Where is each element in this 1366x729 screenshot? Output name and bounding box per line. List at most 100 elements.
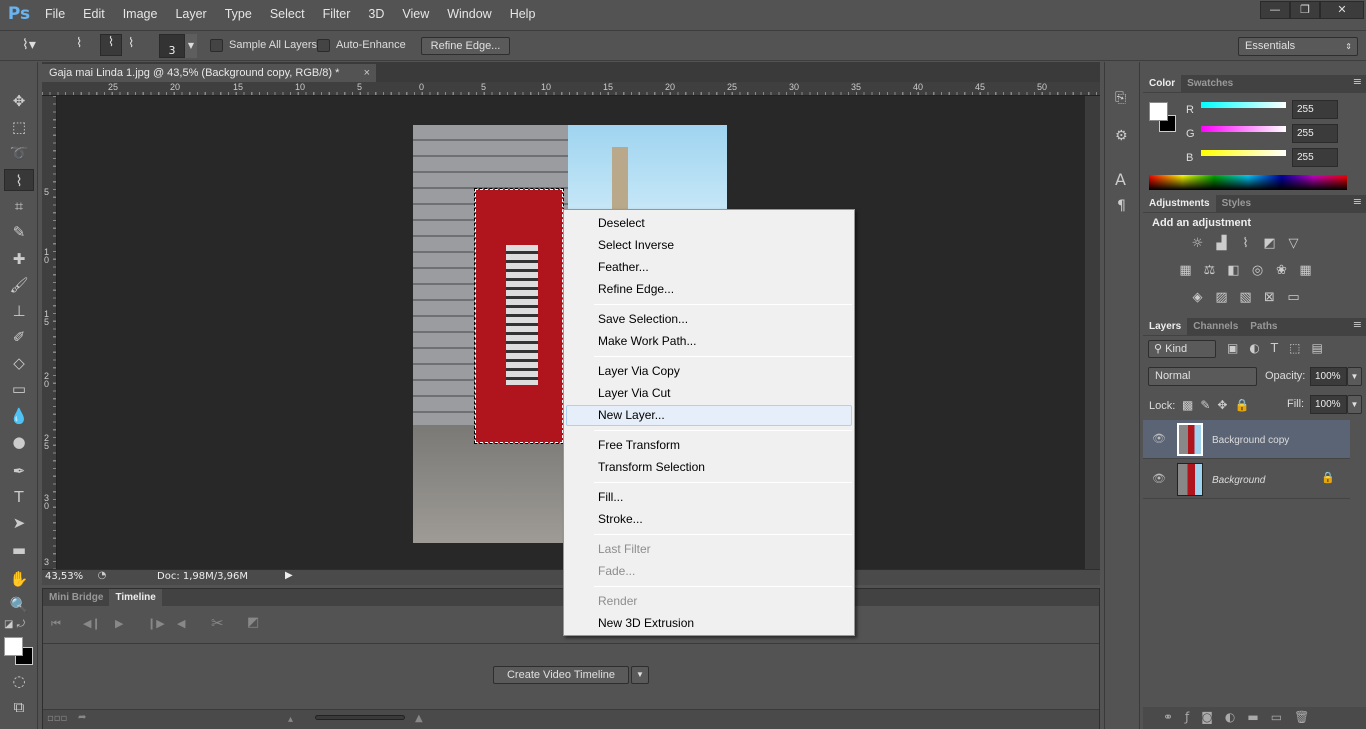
move-tool-icon[interactable]: ✥ <box>8 90 30 112</box>
panel-menu-icon[interactable]: ≡ <box>1353 318 1362 336</box>
lasso-tool-icon[interactable]: ➰ <box>8 142 30 164</box>
pen-tool-icon[interactable]: ✒ <box>8 460 30 482</box>
horizontal-ruler[interactable]: 25 20 15 10 5 0 5 10 15 20 25 30 35 40 4… <box>42 82 1100 96</box>
blend-mode-select[interactable]: Normal <box>1148 367 1257 386</box>
gradient-tool-icon[interactable]: ▭ <box>8 378 30 400</box>
layer-filter-select[interactable]: ⚲ Kind <box>1148 340 1216 358</box>
add-to-selection-icon[interactable]: ⌇ <box>100 34 122 56</box>
menu-item-transform-selection[interactable]: Transform Selection <box>566 457 852 478</box>
chevron-down-icon[interactable]: ▼ <box>1347 367 1362 386</box>
eyedropper-tool-icon[interactable]: ✎ <box>8 221 30 243</box>
hand-tool-icon[interactable]: ✋ <box>8 568 30 590</box>
timer-icon[interactable]: ◔ <box>92 570 112 584</box>
status-menu-arrow-icon[interactable]: ▶ <box>285 570 293 581</box>
vertical-scrollbar[interactable] <box>1085 96 1100 569</box>
menu-item-deselect[interactable]: Deselect <box>566 213 852 234</box>
gradient-map-icon[interactable]: ▭ <box>1285 291 1302 305</box>
visibility-eye-icon[interactable]: 👁 <box>1152 432 1166 445</box>
menu-help[interactable]: Help <box>501 7 545 21</box>
properties-icon[interactable]: ⚙ <box>1115 128 1128 144</box>
marquee-tool-icon[interactable]: ⬚ <box>8 116 30 138</box>
vibrance-icon[interactable]: ▽ <box>1285 237 1302 251</box>
zoom-level[interactable]: 43,53% <box>45 571 83 582</box>
quick-selection-preset-icon[interactable]: ⌇▾ <box>22 37 36 53</box>
vertical-ruler[interactable]: 5 1 0 1 5 2 0 2 5 3 0 3 <box>42 96 57 569</box>
minimize-button[interactable]: — <box>1260 1 1290 19</box>
visibility-eye-icon[interactable]: 👁 <box>1152 472 1166 485</box>
posterize-icon[interactable]: ▨ <box>1213 291 1230 305</box>
levels-icon[interactable]: ▟ <box>1213 237 1230 251</box>
tab-adjustments[interactable]: Adjustments <box>1143 195 1216 212</box>
menu-item-refine-edge[interactable]: Refine Edge... <box>566 279 852 300</box>
red-slider[interactable] <box>1201 102 1286 108</box>
crop-tool-icon[interactable]: ⌗ <box>8 195 30 217</box>
chevron-down-icon[interactable]: ▼ <box>185 34 197 58</box>
next-frame-icon[interactable]: ❙▶ <box>147 617 165 630</box>
blue-value-field[interactable]: 255 <box>1292 148 1338 167</box>
clone-stamp-icon[interactable]: ⊥ <box>8 300 30 322</box>
screen-mode-icon[interactable]: ⧉ <box>8 696 30 718</box>
menu-filter[interactable]: Filter <box>314 7 360 21</box>
brush-tool-icon[interactable]: 🖌 <box>8 274 30 296</box>
paragraph-icon[interactable]: ¶ <box>1117 198 1126 214</box>
layer-filter-icons[interactable]: ▣◐T⬚▤ <box>1227 341 1334 355</box>
chevron-down-icon[interactable]: ▼ <box>1347 395 1362 414</box>
panel-menu-icon[interactable]: ≡ <box>1353 75 1362 93</box>
fill-field[interactable]: 100% <box>1310 395 1347 414</box>
exposure-icon[interactable]: ◩ <box>1261 237 1278 251</box>
tab-color[interactable]: Color <box>1143 75 1182 92</box>
selective-color-icon[interactable]: ⊠ <box>1261 291 1278 305</box>
menu-item-save-selection[interactable]: Save Selection... <box>566 309 852 330</box>
tab-mini-bridge[interactable]: Mini Bridge <box>43 589 109 606</box>
layer-name[interactable]: Background <box>1212 475 1265 486</box>
first-frame-icon[interactable]: ⏮ <box>51 617 61 631</box>
audio-icon[interactable]: ◀ <box>177 617 185 630</box>
sample-all-layers-checkbox[interactable] <box>210 39 223 52</box>
auto-enhance-checkbox[interactable] <box>317 39 330 52</box>
new-selection-icon[interactable]: ⌇ <box>76 36 96 56</box>
eraser-tool-icon[interactable]: ◇ <box>8 352 30 374</box>
play-icon[interactable]: ▶ <box>115 617 123 630</box>
menu-item-layer-via-cut[interactable]: Layer Via Cut <box>566 383 852 404</box>
restore-button[interactable]: ❐ <box>1290 1 1320 19</box>
menu-item-make-work-path[interactable]: Make Work Path... <box>566 331 852 352</box>
type-tool-icon[interactable]: T <box>8 486 30 508</box>
workspace-select[interactable]: Essentials ⇕ <box>1238 37 1358 56</box>
layer-row-background[interactable]: 👁 Background 🔒 <box>1143 460 1350 499</box>
red-value-field[interactable]: 255 <box>1292 100 1338 119</box>
menu-window[interactable]: Window <box>438 7 500 21</box>
menu-type[interactable]: Type <box>216 7 261 21</box>
tab-timeline[interactable]: Timeline <box>109 589 162 606</box>
create-video-timeline-button[interactable]: Create Video Timeline <box>493 666 629 684</box>
menu-item-feather[interactable]: Feather... <box>566 257 852 278</box>
menu-item-stroke[interactable]: Stroke... <box>566 509 852 530</box>
history-icon[interactable]: ⎘ <box>1115 90 1126 106</box>
menu-image[interactable]: Image <box>114 7 167 21</box>
render-video-icon[interactable]: ➦ <box>78 712 86 723</box>
history-brush-icon[interactable]: ✐ <box>8 326 30 348</box>
close-button[interactable]: ✕ <box>1320 1 1364 19</box>
close-tab-icon[interactable]: × <box>364 64 370 82</box>
panel-menu-icon[interactable]: ≡ <box>1353 195 1362 213</box>
character-icon[interactable]: A <box>1115 170 1126 189</box>
green-slider[interactable] <box>1201 126 1286 132</box>
transition-icon[interactable]: ◩ <box>247 615 259 630</box>
zoom-in-icon[interactable]: ▲ <box>415 713 423 724</box>
foreground-color-swatch[interactable] <box>4 637 23 656</box>
color-lookup-icon[interactable]: ▦ <box>1297 264 1314 278</box>
menu-item-layer-via-copy[interactable]: Layer Via Copy <box>566 361 852 382</box>
zoom-tool-icon[interactable]: 🔍 <box>8 594 30 616</box>
menu-edit[interactable]: Edit <box>74 7 114 21</box>
tab-styles[interactable]: Styles <box>1216 195 1257 212</box>
tab-swatches[interactable]: Swatches <box>1181 75 1239 92</box>
layer-name[interactable]: Background copy <box>1212 435 1289 446</box>
menu-file[interactable]: File <box>36 7 74 21</box>
menu-item-free-transform[interactable]: Free Transform <box>566 435 852 456</box>
menu-item-fill[interactable]: Fill... <box>566 487 852 508</box>
zoom-out-icon[interactable]: ▴ <box>288 714 293 725</box>
path-selection-icon[interactable]: ➤ <box>8 512 30 534</box>
hue-saturation-icon[interactable]: ▦ <box>1177 264 1194 278</box>
color-spectrum-bar[interactable] <box>1149 175 1347 190</box>
menu-layer[interactable]: Layer <box>166 7 215 21</box>
split-scissors-icon[interactable]: ✂ <box>211 614 224 632</box>
